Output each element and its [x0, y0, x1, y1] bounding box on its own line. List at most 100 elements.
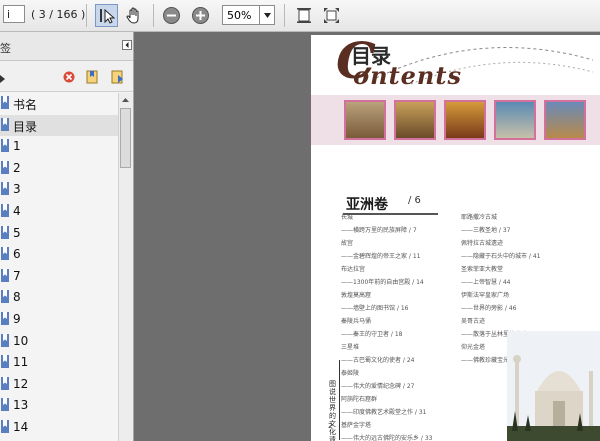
bookmark-icon	[1, 203, 9, 217]
bookmark-icon	[1, 376, 9, 390]
bookmark-label: 2	[13, 160, 21, 175]
bookmark-item[interactable]: 4	[0, 201, 118, 223]
toc-entry: 圣索菲亚大教堂 ——上帝智慧 / 44	[461, 263, 600, 289]
toc-entry-subtitle: ——伟大的远古佛陀的安乐乡 / 33	[341, 435, 433, 441]
zoom-value: 50%	[227, 9, 252, 22]
bookmark-label: 4	[13, 203, 21, 218]
bookmark-label: 14	[13, 419, 29, 434]
toc-entry: 故宫 ——金碧辉煌的帝王之家 / 11	[341, 237, 461, 263]
zoom-in-button[interactable]	[189, 4, 212, 27]
toc-entry-subtitle: ——上帝智慧 / 44	[461, 279, 511, 286]
toc-entry: 泰姬陵 ——伟大的爱情纪念碑 / 27	[341, 367, 461, 393]
toc-entry-subtitle: ——印度佛教艺术殿堂之作 / 31	[341, 409, 427, 416]
landmark-photo	[344, 100, 386, 140]
bookmark-label: 13	[13, 398, 29, 413]
landmark-photo	[444, 100, 486, 140]
bookmark-item[interactable]: 书名	[0, 93, 118, 115]
fit-page-button[interactable]	[292, 4, 315, 27]
bookmark-item[interactable]: 12	[0, 374, 118, 396]
toc-entry-subtitle: ——伟大的爱情纪念碑 / 27	[341, 383, 415, 390]
bookmark-item[interactable]: 9	[0, 309, 118, 331]
bookmark-icon	[1, 419, 9, 433]
bookmark-list: 书名 目录 1 2 3 4 5 6 7 8 9 10 11 12 13 14	[0, 93, 118, 439]
toc-entry-subtitle: ——横跨万里的民族屏障 / 7	[341, 227, 417, 234]
toc-entry-subtitle: ——墙壁上的图书馆 / 16	[341, 305, 409, 312]
toc-entry-title: 耶路撒冷古城	[461, 214, 498, 221]
toc-entry: 秦陵兵马俑 ——秦王的守卫者 / 18	[341, 315, 461, 341]
bookmark-icon	[1, 139, 9, 153]
vertical-book-title: 图说世界的文化遗产	[329, 380, 336, 441]
toc-entry-title: 敦煌莫高窟	[341, 292, 372, 299]
toc-entry-subtitle: ——世界的旁影 / 46	[461, 305, 517, 312]
landmark-photo	[394, 100, 436, 140]
zoom-out-button[interactable]	[160, 4, 183, 27]
scroll-up-icon	[122, 98, 129, 102]
bookmark-icon	[1, 311, 9, 325]
bookmark-item[interactable]: 10	[0, 331, 118, 353]
bookmark-label: 3	[13, 182, 21, 197]
bookmark-item[interactable]: 3	[0, 179, 118, 201]
bookmark-item[interactable]: 目录	[0, 114, 118, 137]
bookmark-label: 7	[13, 268, 21, 283]
zoom-dropdown-button[interactable]	[259, 6, 274, 24]
bookmark-item[interactable]: 5	[0, 223, 118, 245]
toc-entry-title: 泰姬陵	[341, 370, 360, 377]
toc-entry-subtitle: ——金碧辉煌的帝王之家 / 11	[341, 253, 421, 260]
toc-entry: 耶路撒冷古城 ——三教圣地 / 37	[461, 211, 600, 237]
new-bookmark-icon	[86, 70, 98, 84]
delete-icon	[63, 71, 75, 83]
bookmark-item[interactable]: 6	[0, 244, 118, 266]
delete-bookmark-button[interactable]	[63, 71, 75, 86]
toc-entry-title: 阿旃陀石窟群	[341, 396, 378, 403]
toc-entry-subtitle: ——秦王的守卫者 / 18	[341, 331, 403, 338]
select-tool-icon	[100, 8, 115, 24]
scrollbar-thumb[interactable]	[120, 108, 131, 168]
toc-entry-title: 布达拉宫	[341, 266, 366, 273]
toc-entry: 敦煌莫高窟 ——墙壁上的图书馆 / 16	[341, 289, 461, 315]
expand-bookmark-button[interactable]	[111, 69, 125, 87]
fit-width-button[interactable]	[320, 4, 343, 27]
document-page: C 目录 Contents 亚洲卷 / 6 长城——横跨万里的民族屏障 / 7故…	[311, 35, 600, 441]
bookmark-item[interactable]: 2	[0, 158, 118, 180]
bookmarks-scrollbar[interactable]	[118, 93, 133, 441]
bookmark-item[interactable]: 14	[0, 417, 118, 439]
toolbar-separator	[284, 4, 285, 27]
document-viewer[interactable]: C 目录 Contents 亚洲卷 / 6 长城——横跨万里的民族屏障 / 7故…	[134, 32, 600, 441]
bookmark-icon	[1, 355, 9, 369]
bookmark-icon	[1, 117, 9, 131]
bookmark-label: 12	[13, 376, 29, 391]
bookmark-icon	[1, 333, 9, 347]
bookmark-label: 1	[13, 139, 21, 154]
collapse-panel-button[interactable]	[122, 40, 132, 50]
hand-tool-button[interactable]	[122, 4, 145, 27]
bookmark-item[interactable]: 1	[0, 136, 118, 158]
toc-entry-title: 圣索菲亚大教堂	[461, 266, 504, 273]
toc-entry: 基萨金字塔 ——伟大的远古佛陀的安乐乡 / 33	[341, 419, 461, 441]
contents-rest: ontents	[353, 61, 462, 90]
toc-entry-title: 三星堆	[341, 344, 360, 351]
bookmark-item[interactable]: 7	[0, 266, 118, 288]
landmark-photo	[544, 100, 586, 140]
bookmark-item[interactable]: 13	[0, 395, 118, 417]
dropdown-arrow-icon	[263, 12, 271, 18]
zoom-out-icon	[163, 7, 180, 24]
toc-entry-subtitle: ——古巴蜀文化的使者 / 24	[341, 357, 415, 364]
bookmark-label: 目录	[13, 119, 38, 134]
toolbar-separator	[86, 4, 87, 27]
new-bookmark-button[interactable]	[86, 69, 100, 87]
toc-entry-subtitle: ——三教圣地 / 37	[461, 227, 511, 234]
bookmarks-panel: 签 书名 目录 1 2 3 4 5 6 7 8 9 10 11 12 13 14	[0, 32, 134, 441]
select-tool-button[interactable]	[95, 4, 118, 27]
toc-entry: 布达拉宫 ——1300年前的自由宫殿 / 14	[341, 263, 461, 289]
bookmark-item[interactable]: 8	[0, 287, 118, 309]
vertical-rule	[339, 360, 340, 440]
bookmark-label: 9	[13, 311, 21, 326]
bookmark-item[interactable]: 11	[0, 352, 118, 374]
toc-heading-en: Contents	[333, 61, 462, 90]
bookmark-label: 5	[13, 225, 21, 240]
hand-tool-icon	[126, 7, 139, 24]
page-number-input[interactable]: i	[3, 5, 25, 23]
page-number: 2	[328, 422, 333, 430]
bookmark-label: 10	[13, 333, 29, 348]
zoom-select[interactable]: 50%	[222, 5, 275, 25]
